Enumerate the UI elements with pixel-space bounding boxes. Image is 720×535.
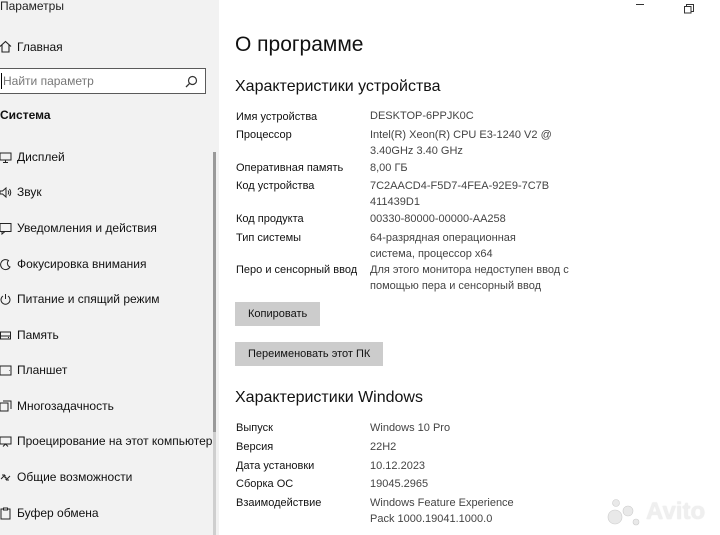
sidebar-scrollbar-thumb[interactable]	[213, 152, 216, 432]
os-build-value: 19045.2965	[370, 478, 429, 490]
system-type-value: 64-разрядная операционная система, проце…	[370, 232, 516, 260]
search-placeholder: Найти параметр	[3, 74, 94, 88]
sidebar-section-title: Система	[0, 108, 51, 122]
device-name-value: DESKTOP-6PPJK0C	[370, 110, 474, 122]
ram-label: Оперативная память	[236, 162, 344, 174]
sound-icon	[0, 186, 12, 199]
edition-label: Выпуск	[236, 422, 273, 434]
sidebar-item-focus-assist[interactable]: Фокусировка внимания	[0, 254, 212, 276]
power-icon	[0, 293, 12, 306]
projecting-icon	[0, 435, 12, 448]
ram-value: 8,00 ГБ	[370, 162, 408, 174]
sidebar-item-label: Питание и спящий режим	[17, 292, 160, 306]
main-content: О программе Характеристики устройства Им…	[219, 0, 720, 535]
sidebar-item-label: Многозадачность	[17, 399, 114, 413]
rename-pc-button[interactable]: Переименовать этот ПК	[235, 342, 384, 366]
search-icon[interactable]	[185, 75, 198, 93]
version-value: 22H2	[370, 441, 397, 453]
watermark-text: Avito	[646, 498, 706, 525]
sidebar-item-label: Дисплей	[17, 150, 65, 164]
device-id-value: 7C2AACD4-F5D7-4FEA-92E9-7C7B411439D1	[370, 180, 550, 208]
sidebar-item-notifications[interactable]: Уведомления и действия	[0, 218, 212, 240]
sidebar-item-storage[interactable]: Память	[0, 325, 212, 347]
version-label: Версия	[236, 441, 274, 453]
device-name-label: Имя устройства	[236, 111, 318, 123]
sidebar-item-sound[interactable]: Звук	[0, 182, 212, 204]
install-date-value: 10.12.2023	[370, 460, 426, 472]
device-id-label: Код устройства	[236, 180, 315, 192]
sidebar-item-display[interactable]: Дисплей	[0, 147, 212, 169]
sidebar-item-label: Буфер обмена	[17, 506, 99, 520]
os-build-label: Сборка ОС	[236, 478, 294, 490]
display-icon	[0, 151, 12, 164]
system-type-label: Тип системы	[236, 232, 302, 244]
pen-touch-value: Для этого монитора недоступен ввод с пом…	[370, 264, 569, 292]
clipboard-icon	[0, 507, 12, 520]
windows-specs-heading: Характеристики Windows	[235, 389, 423, 406]
sidebar-item-projecting[interactable]: Проецирование на этот компьютер	[0, 431, 212, 453]
pen-touch-label: Перо и сенсорный ввод	[236, 264, 358, 276]
sidebar-item-label: Фокусировка внимания	[17, 257, 147, 271]
tablet-icon	[0, 364, 12, 377]
restore-icon	[684, 4, 694, 14]
avito-logo-icon	[607, 499, 640, 526]
copy-button[interactable]: Копировать	[235, 302, 321, 326]
edition-value: Windows 10 Pro	[370, 422, 451, 434]
shared-experiences-icon	[0, 471, 12, 484]
minimize-button[interactable]	[636, 4, 644, 5]
sidebar-item-tablet[interactable]: Планшет	[0, 360, 212, 382]
storage-icon	[0, 329, 12, 342]
page-title: О программе	[235, 33, 364, 56]
avito-watermark: Avito	[606, 497, 705, 527]
restore-button[interactable]	[684, 1, 694, 19]
sidebar-item-power[interactable]: Питание и спящий режим	[0, 289, 212, 311]
sidebar-item-label: Проецирование на этот компьютер	[17, 434, 213, 448]
sidebar-item-label: Уведомления и действия	[17, 221, 157, 235]
install-date-label: Дата установки	[236, 460, 315, 472]
experience-label: Взаимодействие	[236, 497, 322, 509]
device-specs-heading: Характеристики устройства	[235, 78, 441, 95]
sidebar-item-multitasking[interactable]: Многозадачность	[0, 396, 212, 418]
text-cursor	[1, 73, 2, 89]
focus-assist-icon	[0, 258, 12, 271]
home-label: Главная	[17, 40, 63, 54]
sidebar-item-label: Планшет	[17, 363, 68, 377]
sidebar: Параметры Главная Найти параметр Система…	[0, 0, 219, 535]
sidebar-item-label: Общие возможности	[17, 470, 133, 484]
processor-label: Процессор	[236, 129, 292, 141]
experience-value: Windows Feature Experience Pack 1000.190…	[370, 497, 514, 525]
app-title: Параметры	[0, 0, 64, 13]
processor-value: Intel(R) Xeon(R) CPU E3-1240 V2 @ 3.40GH…	[370, 129, 552, 157]
sidebar-item-label: Память	[17, 328, 59, 342]
notifications-icon	[0, 222, 12, 236]
multitasking-icon	[0, 400, 12, 413]
product-id-label: Код продукта	[236, 213, 304, 225]
sidebar-item-shared-experiences[interactable]: Общие возможности	[0, 467, 212, 489]
sidebar-item-clipboard[interactable]: Буфер обмена	[0, 503, 212, 525]
product-id-value: 00330-80000-00000-AA258	[370, 213, 506, 225]
home-icon	[0, 40, 12, 58]
search-input[interactable]: Найти параметр	[0, 68, 206, 94]
sidebar-item-label: Звук	[17, 185, 42, 199]
